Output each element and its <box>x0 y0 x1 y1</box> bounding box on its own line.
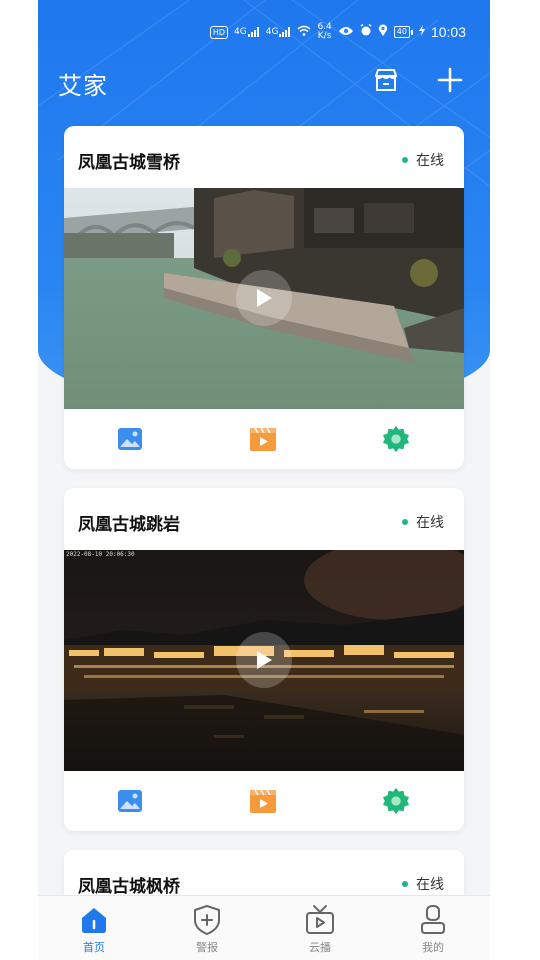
online-dot <box>402 519 408 525</box>
app-header: 艾家 <box>38 60 490 104</box>
signal-icon: 4G <box>266 27 292 37</box>
gear-icon <box>382 425 410 453</box>
add-device-button[interactable] <box>434 64 466 96</box>
charging-icon <box>418 24 425 40</box>
hd-badge: HD <box>209 25 229 39</box>
play-icon <box>257 651 272 669</box>
camera-card-header: 凤凰古城雪桥 在线 <box>64 126 464 188</box>
battery-level: 40 <box>393 26 410 38</box>
online-status-label: 在线 <box>416 153 444 169</box>
album-button[interactable] <box>116 425 144 453</box>
video-timestamp: 2022-08-10 20:06:30 <box>66 551 135 558</box>
alarm-icon <box>360 23 372 40</box>
video-clip-icon <box>250 427 276 451</box>
online-status: 在线 <box>402 150 444 170</box>
camera-video[interactable]: 2022-08-10 20:06:30 <box>64 550 464 771</box>
tv-play-icon <box>306 905 334 934</box>
net-speed-unit: K/s <box>317 31 332 41</box>
photo-icon <box>118 428 142 450</box>
net-speed: 6.4 K/s <box>317 23 331 41</box>
bottom-tab-bar: 首页 警报 云播 我的 <box>38 895 490 960</box>
eye-icon <box>338 25 354 40</box>
tab-label: 云播 <box>309 941 331 954</box>
camera-card[interactable]: 凤凰古城跳岩 在线 2022-08-10 20:06:30 <box>64 488 464 831</box>
signal-icon: 4G <box>234 27 260 37</box>
play-button[interactable] <box>236 270 292 326</box>
tab-home[interactable]: 首页 <box>64 904 124 959</box>
online-status: 在线 <box>402 512 444 532</box>
home-icon <box>82 908 106 933</box>
camera-name: 凤凰古城枫桥 <box>78 877 180 897</box>
camera-name: 凤凰古城雪桥 <box>78 153 180 173</box>
camera-card[interactable]: 凤凰古城雪桥 在线 <box>64 126 464 469</box>
photo-icon <box>118 790 142 812</box>
status-bar: HD 4G 4G 6.4 K/s 40 10:03 <box>38 20 490 46</box>
app-title: 艾家 <box>58 72 108 100</box>
store-icon <box>375 69 397 91</box>
tab-label: 我的 <box>422 941 444 954</box>
location-icon <box>378 24 388 40</box>
camera-video[interactable] <box>64 188 464 409</box>
device-settings-button[interactable] <box>382 425 410 453</box>
album-button[interactable] <box>116 787 144 815</box>
signal-label: 4G <box>234 27 247 37</box>
tab-label: 首页 <box>83 941 105 954</box>
camera-card-header: 凤凰古城跳岩 在线 <box>64 488 464 550</box>
play-button[interactable] <box>236 632 292 688</box>
tab-alerts[interactable]: 警报 <box>177 904 237 959</box>
online-status: 在线 <box>402 874 444 894</box>
plus-icon <box>437 67 463 93</box>
recording-button[interactable] <box>249 425 277 453</box>
profile-icon <box>421 904 445 934</box>
online-status-label: 在线 <box>416 877 444 893</box>
camera-actions <box>64 409 464 469</box>
signal-label: 4G <box>265 27 279 37</box>
tab-label: 警报 <box>196 941 218 954</box>
store-button[interactable] <box>370 64 402 96</box>
online-dot <box>402 157 408 163</box>
gear-icon <box>382 787 410 815</box>
camera-name: 凤凰古城跳岩 <box>78 515 180 535</box>
app-screen: HD 4G 4G 6.4 K/s 40 10:03 艾家 凤凰古城雪桥 在线 凤… <box>38 0 490 960</box>
tab-cloud-play[interactable]: 云播 <box>290 904 350 959</box>
tab-profile[interactable]: 我的 <box>403 904 463 959</box>
recording-button[interactable] <box>249 787 277 815</box>
camera-actions <box>64 771 464 831</box>
battery-icon: 40 <box>393 26 413 38</box>
online-dot <box>402 881 408 887</box>
clock: 10:03 <box>430 24 466 40</box>
device-settings-button[interactable] <box>382 787 410 815</box>
play-icon <box>257 289 272 307</box>
video-clip-icon <box>250 789 276 813</box>
online-status-label: 在线 <box>416 515 444 531</box>
shield-plus-icon <box>194 905 220 935</box>
wifi-icon <box>297 25 311 40</box>
